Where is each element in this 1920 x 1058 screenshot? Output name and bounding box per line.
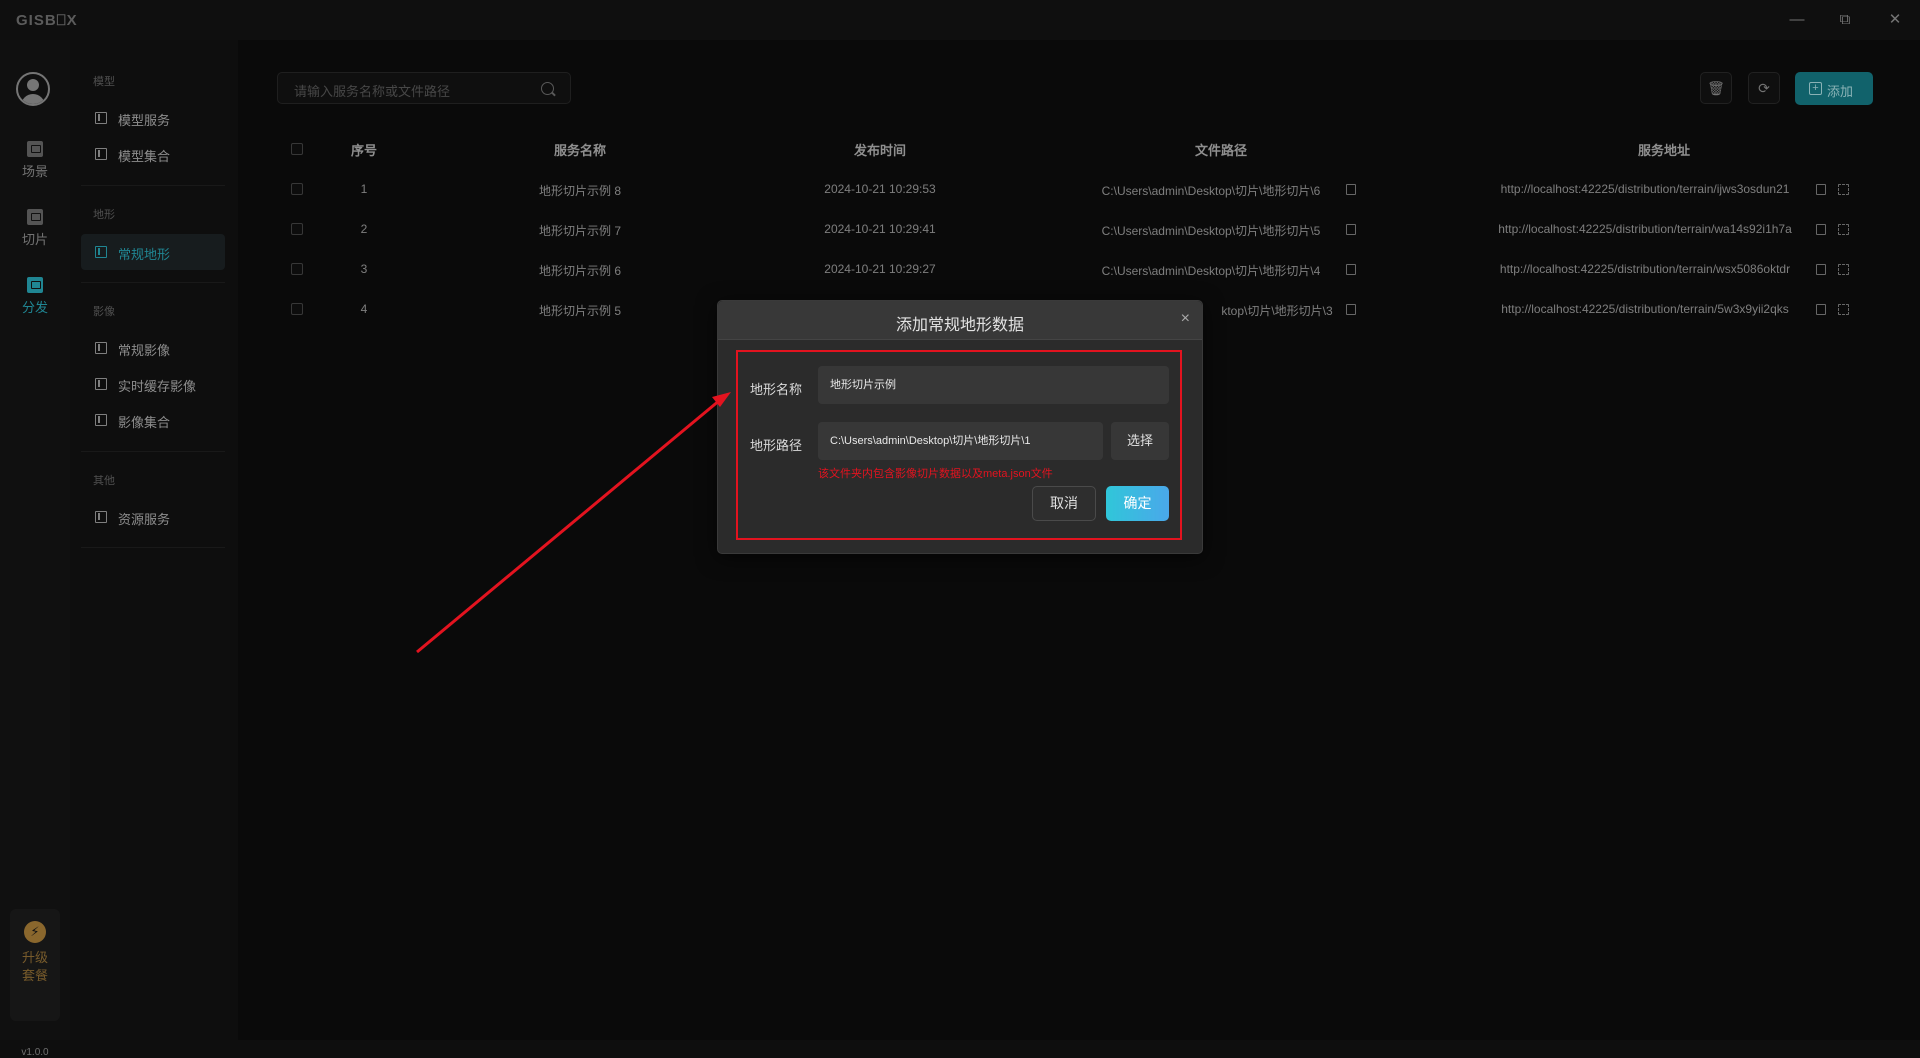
annotation-arrow (416, 392, 731, 654)
version-label: v1.0.0 (21, 1047, 49, 1058)
